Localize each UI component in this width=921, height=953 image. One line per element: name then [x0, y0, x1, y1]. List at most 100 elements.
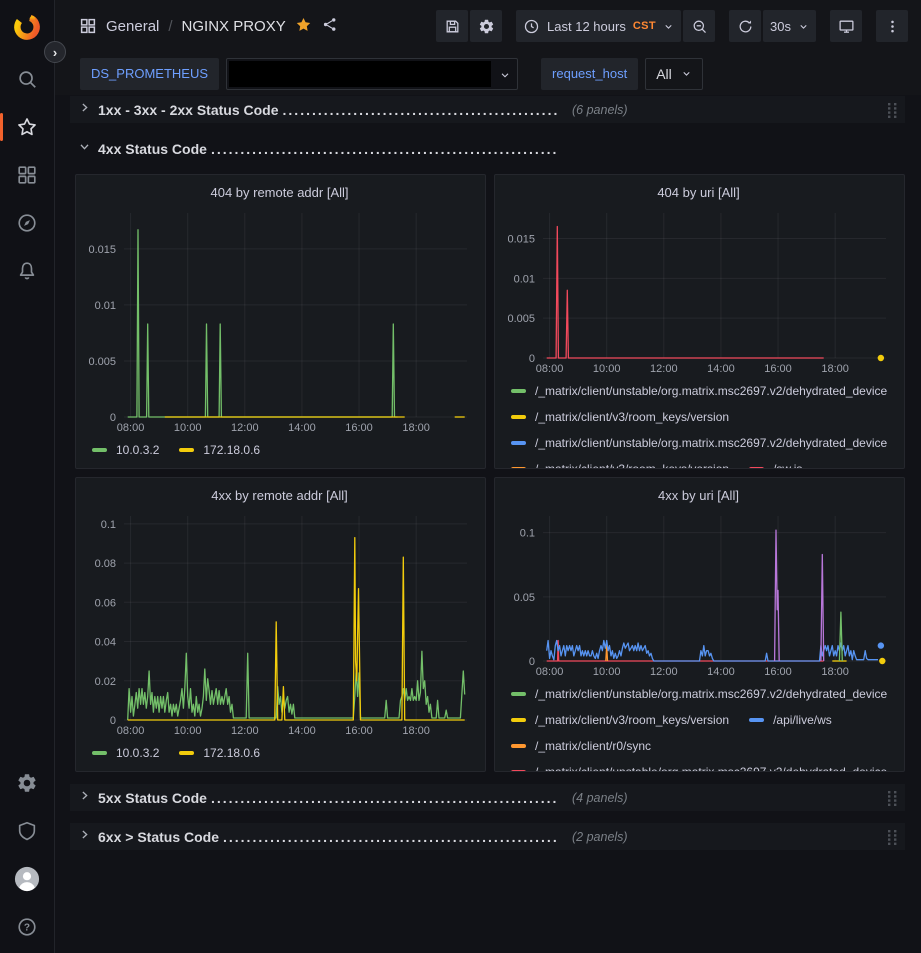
svg-text:0: 0 — [110, 412, 116, 424]
svg-text:0: 0 — [110, 715, 116, 727]
save-dashboard-button[interactable] — [436, 10, 468, 42]
legend-row: /_matrix/client/unstable/org.matrix.msc2… — [511, 430, 894, 456]
row-header-5xx[interactable]: 5xx Status Code ........................… — [70, 784, 905, 811]
star-filled-icon — [295, 16, 312, 33]
svg-text:12:00: 12:00 — [231, 422, 259, 434]
sidebar-item-alerting[interactable] — [7, 251, 47, 291]
legend: /_matrix/client/unstable/org.matrix.msc2… — [503, 376, 894, 468]
clock-icon — [523, 18, 540, 35]
sidebar-item-search[interactable] — [7, 59, 47, 99]
legend-item[interactable]: /_matrix/client/v3/room_keys/version — [511, 713, 729, 727]
svg-text:10:00: 10:00 — [174, 725, 202, 737]
sidebar-item-dashboards[interactable] — [7, 155, 47, 195]
legend-series-color — [511, 415, 526, 419]
row-header-1xx-3xx-2xx[interactable]: 1xx - 3xx - 2xx Status Code ............… — [70, 96, 905, 123]
legend-row: /_matrix/client/unstable/org.matrix.msc2… — [511, 378, 894, 404]
svg-text:0.1: 0.1 — [101, 519, 116, 531]
sidebar-item-profile[interactable] — [7, 859, 47, 899]
legend-item[interactable]: /_matrix/client/unstable/org.matrix.msc2… — [511, 436, 887, 450]
panel-title[interactable]: 4xx by uri [All] — [503, 484, 894, 508]
breadcrumb-folder[interactable]: General — [106, 18, 159, 35]
toolbar: Last 12 hours CST — [436, 10, 908, 42]
legend-item[interactable]: 172.18.0.6 — [179, 443, 260, 457]
share-button[interactable] — [321, 16, 338, 37]
dashboard-canvas: 1xx - 3xx - 2xx Status Code ............… — [55, 95, 921, 953]
legend-series-label: /_matrix/client/unstable/org.matrix.msc2… — [535, 384, 887, 398]
svg-text:16:00: 16:00 — [345, 422, 373, 434]
variable-value-request-host[interactable]: All — [645, 58, 703, 90]
time-series-plot[interactable]: 08:0010:0012:0014:0016:0018:0000.0050.01… — [503, 205, 894, 376]
legend-series-label: 172.18.0.6 — [203, 746, 260, 760]
panel-title[interactable]: 4xx by remote addr [All] — [84, 484, 475, 508]
dashboard-settings-button[interactable] — [470, 10, 502, 42]
svg-text:18:00: 18:00 — [402, 422, 430, 434]
variable-value-ds-prometheus[interactable] — [226, 58, 518, 90]
legend-series-label: /_matrix/client/unstable/org.matrix.msc2… — [535, 436, 887, 450]
time-series-plot[interactable]: 08:0010:0012:0014:0016:0018:0000.050.1 — [503, 508, 894, 679]
legend-series-color — [511, 770, 526, 771]
sidebar-item-server-admin[interactable] — [7, 811, 47, 851]
panel-title[interactable]: 404 by uri [All] — [503, 181, 894, 205]
legend-row: /_matrix/client/unstable/org.matrix.msc2… — [511, 759, 894, 771]
refresh-button[interactable] — [729, 10, 761, 42]
variable-label-request-host[interactable]: request_host — [541, 58, 638, 90]
legend-item[interactable]: /_matrix/client/r0/sync — [511, 739, 651, 753]
grafana-logo[interactable] — [7, 7, 47, 47]
legend-item[interactable]: 10.0.3.2 — [92, 443, 159, 457]
row-drag-handle[interactable] — [887, 790, 898, 806]
legend-item[interactable]: /_matrix/client/unstable/org.matrix.msc2… — [511, 687, 887, 701]
breadcrumb: General / NGINX PROXY — [79, 16, 338, 37]
svg-text:08:00: 08:00 — [536, 363, 564, 375]
favorite-star-button[interactable] — [295, 16, 312, 37]
panel-title[interactable]: 404 by remote addr [All] — [84, 181, 475, 205]
avatar — [14, 866, 40, 892]
more-options-button[interactable] — [876, 10, 908, 42]
panel-grid: 404 by remote addr [All]08:0010:0012:001… — [75, 174, 905, 772]
sidebar-item-configuration[interactable] — [7, 763, 47, 803]
sidebar-expand-button[interactable]: › — [44, 41, 66, 63]
time-range-label: Last 12 hours — [547, 19, 626, 34]
legend-series-color — [92, 751, 107, 755]
legend-item[interactable]: /api/live/ws — [749, 713, 832, 727]
time-series-plot[interactable]: 08:0010:0012:0014:0016:0018:0000.020.040… — [84, 508, 475, 738]
bell-icon — [16, 260, 38, 282]
row-title: 4xx Status Code — [98, 141, 207, 157]
breadcrumb-dashboard[interactable]: NGINX PROXY — [182, 18, 286, 35]
legend-item[interactable]: 172.18.0.6 — [179, 746, 260, 760]
row-drag-handle[interactable] — [887, 829, 898, 845]
time-range-picker[interactable]: Last 12 hours CST — [516, 10, 681, 42]
legend-item[interactable]: /_matrix/client/unstable/org.matrix.msc2… — [511, 384, 887, 398]
sidebar-item-help[interactable]: ? — [7, 907, 47, 947]
legend-series-label: 172.18.0.6 — [203, 443, 260, 457]
row-panel-count: (4 panels) — [572, 791, 628, 805]
help-icon: ? — [16, 916, 38, 938]
legend-row: /_matrix/client/v3/room_keys/version — [511, 404, 894, 430]
svg-text:12:00: 12:00 — [650, 363, 678, 375]
legend-item[interactable]: /sw.js — [749, 462, 802, 468]
apps-grid-icon — [79, 17, 97, 35]
legend-item[interactable]: /_matrix/client/v3/room_keys/version — [511, 410, 729, 424]
sidebar-item-starred[interactable] — [7, 107, 47, 147]
row-title-dots: ........................................… — [211, 141, 558, 157]
legend-item[interactable]: 10.0.3.2 — [92, 746, 159, 760]
tv-mode-button[interactable] — [830, 10, 862, 42]
dashboards-grid-icon — [16, 164, 38, 186]
zoom-out-time-button[interactable] — [683, 10, 715, 42]
row-header-6xx[interactable]: 6xx > Status Code ......................… — [70, 823, 905, 850]
grafana-app: ? › General / NGINX PROXY — [0, 0, 921, 953]
row-drag-handle[interactable] — [887, 102, 898, 118]
row-title-dots: ........................................… — [223, 829, 558, 845]
legend: 10.0.3.2 172.18.0.6 — [84, 738, 475, 771]
refresh-interval-picker[interactable]: 30s — [763, 10, 816, 42]
svg-text:10:00: 10:00 — [593, 363, 621, 375]
sidebar-item-explore[interactable] — [7, 203, 47, 243]
svg-text:14:00: 14:00 — [288, 725, 316, 737]
time-series-plot[interactable]: 08:0010:0012:0014:0016:0018:0000.0050.01… — [84, 205, 475, 435]
row-header-4xx[interactable]: 4xx Status Code ........................… — [70, 135, 905, 162]
legend-item[interactable]: /_matrix/client/v3/room_keys/version — [511, 462, 729, 468]
variable-label-ds-prometheus[interactable]: DS_PROMETHEUS — [80, 58, 219, 90]
svg-text:0.01: 0.01 — [95, 300, 116, 312]
legend-item[interactable]: /_matrix/client/unstable/org.matrix.msc2… — [511, 765, 887, 771]
svg-text:12:00: 12:00 — [650, 666, 678, 678]
main-area: General / NGINX PROXY — [55, 0, 921, 953]
